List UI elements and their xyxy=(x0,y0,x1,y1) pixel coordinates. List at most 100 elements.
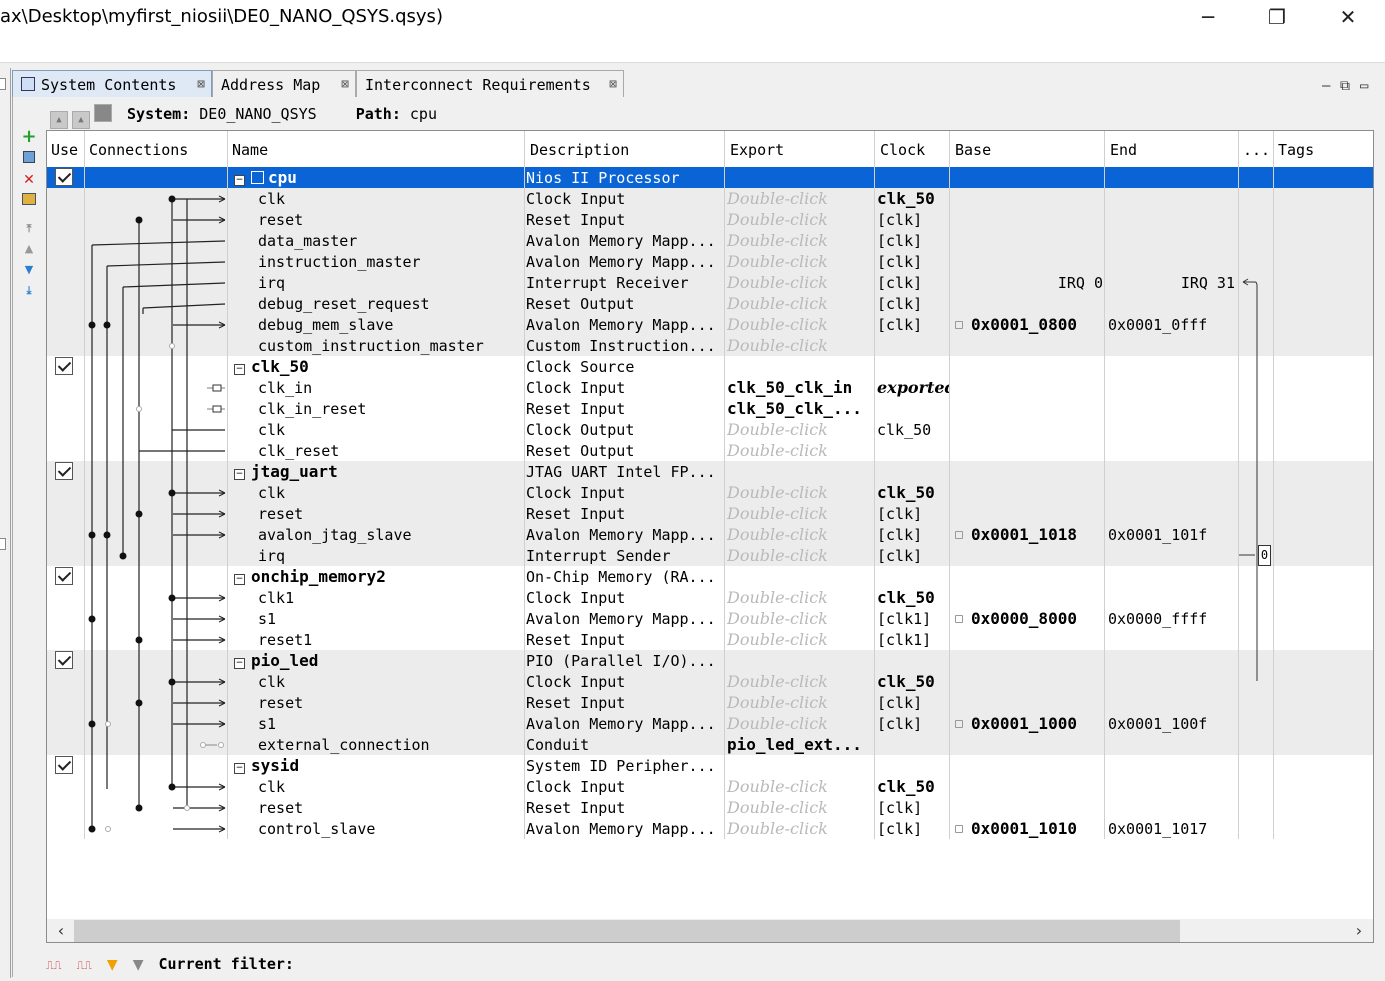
clock-cell[interactable]: clk_50 xyxy=(877,587,949,608)
clock-cell[interactable]: clk_50 xyxy=(877,776,949,797)
clock-cell[interactable]: [clk] xyxy=(877,797,949,818)
lock-icon[interactable] xyxy=(955,720,963,728)
clock-cell[interactable]: [clk] xyxy=(877,293,949,314)
minimize-button[interactable]: ─ xyxy=(1188,4,1228,30)
interface-row[interactable]: clk Clock Input Double-click clk_50 xyxy=(47,776,1373,797)
use-checkbox[interactable] xyxy=(55,651,73,669)
move-up-icon[interactable]: ▲ xyxy=(18,240,40,258)
maximize-view-icon[interactable]: ▭ xyxy=(1360,78,1368,94)
move-bottom-icon[interactable]: ⤓ xyxy=(18,282,40,300)
navigate-up-icon[interactable]: ▲ xyxy=(72,111,90,129)
interface-row[interactable]: irq Interrupt Sender Double-click [clk] xyxy=(47,545,1373,566)
minimize-view-icon[interactable]: – xyxy=(1322,78,1330,94)
move-down-icon[interactable]: ▼ xyxy=(18,261,40,279)
column-header-clock[interactable]: Clock xyxy=(876,131,950,167)
export-cell[interactable]: Double-click xyxy=(727,692,873,713)
filter-icon[interactable]: ▼ xyxy=(107,953,118,977)
use-checkbox[interactable] xyxy=(55,567,73,585)
connection-matrix[interactable] xyxy=(85,167,227,839)
interface-row[interactable]: clk_reset Reset Output Double-click xyxy=(47,440,1373,461)
interface-row[interactable]: s1 Avalon Memory Mapp... Double-click [clk]… xyxy=(47,713,1373,734)
export-cell[interactable]: Double-click xyxy=(727,335,873,356)
lock-icon[interactable] xyxy=(955,615,963,623)
interface-row[interactable]: debug_mem_slave Avalon Memory Mapp... Doub… xyxy=(47,314,1373,335)
export-cell[interactable]: clk_50_clk_in xyxy=(727,377,873,398)
column-header-export[interactable]: Export xyxy=(726,131,874,167)
tab-system-contents[interactable]: System Contents ⊠ xyxy=(12,70,212,97)
use-checkbox[interactable] xyxy=(55,168,73,186)
base-address-cell[interactable]: 0x0001_1010 xyxy=(951,818,1123,839)
interface-row[interactable]: reset Reset Input Double-click [clk] xyxy=(47,503,1373,524)
clock-cell[interactable]: [clk1] xyxy=(877,608,949,629)
clock-cell[interactable]: clk_50 xyxy=(877,419,949,440)
interface-row[interactable]: data_master Avalon Memory Mapp... Double-c… xyxy=(47,230,1373,251)
navigate-top-icon[interactable]: ▲ xyxy=(50,111,68,129)
interface-row[interactable]: reset Reset Input Double-click [clk] xyxy=(47,797,1373,818)
use-checkbox[interactable] xyxy=(55,462,73,480)
export-cell[interactable]: Double-click xyxy=(727,776,873,797)
irq-connection[interactable] xyxy=(1237,271,1277,691)
export-cell[interactable]: Double-click xyxy=(727,272,873,293)
interface-row[interactable]: clk_in_reset Reset Input clk_50_clk_... xyxy=(47,398,1373,419)
interface-row[interactable]: clk Clock Input Double-click clk_50 xyxy=(47,671,1373,692)
scroll-left-icon[interactable]: ‹ xyxy=(49,919,73,943)
interface-row[interactable]: s1 Avalon Memory Mapp... Double-click [clk1… xyxy=(47,608,1373,629)
export-cell[interactable]: Double-click xyxy=(727,545,873,566)
scrollbar-thumb[interactable] xyxy=(74,920,1180,942)
dock-handle[interactable] xyxy=(0,78,6,90)
export-cell[interactable]: Double-click xyxy=(727,230,873,251)
collapse-icon[interactable]: − xyxy=(234,364,245,375)
export-cell[interactable]: Double-click xyxy=(727,629,873,650)
interface-row[interactable]: clk Clock Output Double-click clk_50 xyxy=(47,419,1373,440)
interface-row[interactable]: clk Clock Input Double-click clk_50 xyxy=(47,482,1373,503)
column-header-irq[interactable]: ... xyxy=(1239,131,1273,167)
irq-priority-box[interactable]: 0 xyxy=(1258,545,1271,566)
export-cell[interactable]: Double-click xyxy=(727,188,873,209)
column-header-use[interactable]: Use xyxy=(47,131,85,167)
dock-handle[interactable] xyxy=(0,538,6,550)
interface-row[interactable]: reset Reset Input Double-click [clk] xyxy=(47,692,1373,713)
restore-button[interactable]: ❐ xyxy=(1257,4,1297,30)
use-checkbox[interactable] xyxy=(55,357,73,375)
tab-close-icon[interactable]: ⊠ xyxy=(609,71,617,99)
column-header-end[interactable]: End xyxy=(1106,131,1238,167)
interface-row[interactable]: clk1 Clock Input Double-click clk_50 xyxy=(47,587,1373,608)
plus-icon[interactable]: + xyxy=(18,128,40,146)
clock-cell[interactable]: [clk] xyxy=(877,524,949,545)
lock-icon[interactable] xyxy=(955,531,963,539)
export-cell[interactable]: Double-click xyxy=(727,440,873,461)
export-cell[interactable]: Double-click xyxy=(727,314,873,335)
export-cell[interactable]: Double-click xyxy=(727,419,873,440)
export-cell[interactable]: Double-click xyxy=(727,797,873,818)
interface-row[interactable]: avalon_jtag_slave Avalon Memory Mapp... Do… xyxy=(47,524,1373,545)
collapse-icon[interactable]: − xyxy=(234,763,245,774)
filter-reset-icon[interactable]: ⎍⎍ xyxy=(76,954,91,978)
export-cell[interactable]: Double-click xyxy=(727,209,873,230)
base-address-cell[interactable]: 0x0001_1000 xyxy=(951,713,1123,734)
clock-cell[interactable]: [clk] xyxy=(877,545,949,566)
lock-icon[interactable] xyxy=(955,321,963,329)
collapse-icon[interactable]: − xyxy=(234,175,245,186)
export-cell[interactable]: clk_50_clk_... xyxy=(727,398,873,419)
interface-row[interactable]: instruction_master Avalon Memory Mapp... D… xyxy=(47,251,1373,272)
clock-cell[interactable]: [clk1] xyxy=(877,629,949,650)
export-cell[interactable]: Double-click xyxy=(727,524,873,545)
export-cell[interactable]: Double-click xyxy=(727,587,873,608)
tab-interconnect-requirements[interactable]: Interconnect Requirements ⊠ xyxy=(356,70,624,97)
export-cell[interactable]: Double-click xyxy=(727,503,873,524)
export-cell[interactable]: Double-click xyxy=(727,671,873,692)
irq-start-cell[interactable]: IRQ 0 xyxy=(951,272,1103,293)
base-address-cell[interactable]: 0x0000_8000 xyxy=(951,608,1123,629)
tab-close-icon[interactable]: ⊠ xyxy=(197,71,205,99)
collapse-icon[interactable]: − xyxy=(234,574,245,585)
column-header-name[interactable]: Name xyxy=(228,131,524,167)
clock-cell[interactable]: [clk] xyxy=(877,314,949,335)
move-top-icon[interactable]: ⤒ xyxy=(18,220,40,238)
edit-icon[interactable] xyxy=(18,192,40,210)
clock-cell[interactable]: [clk] xyxy=(877,272,949,293)
scroll-right-icon[interactable]: › xyxy=(1347,919,1371,943)
component-row[interactable]: − clk_50 Clock Source xyxy=(47,356,1373,377)
export-cell[interactable]: pio_led_ext... xyxy=(727,734,873,755)
interface-row[interactable]: clk Clock Input Double-click clk_50 xyxy=(47,188,1373,209)
component-row[interactable]: − onchip_memory2 On-Chip Memory (RA... xyxy=(47,566,1373,587)
